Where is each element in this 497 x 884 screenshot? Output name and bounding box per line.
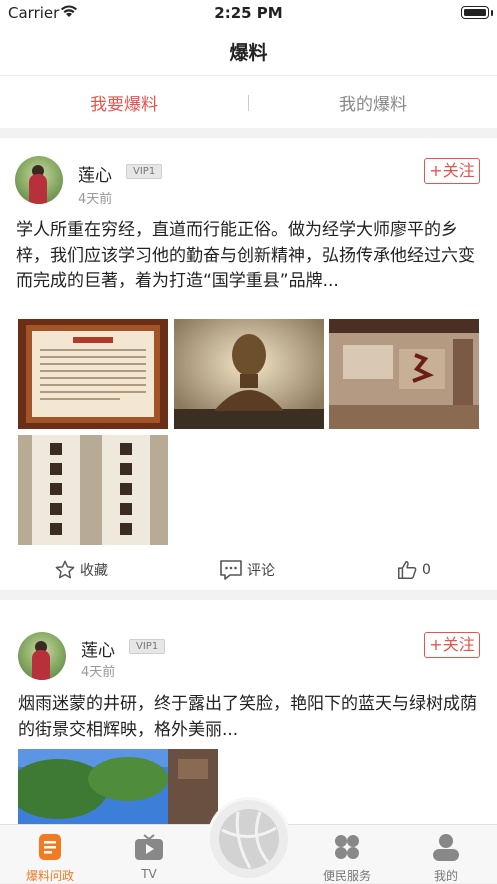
username[interactable]: 莲心 [81,636,115,661]
post-text[interactable]: 烟雨迷蒙的井研，终于露出了笑脸，艳阳下的蓝天与绿树成荫的街景交相辉映，格外美丽.… [18,692,480,743]
street-trees-photo[interactable] [18,749,218,824]
battery-icon [461,6,489,19]
comment-icon [220,560,242,580]
post-card: 莲心 VIP1 4天前 +关注 烟雨迷蒙的井研，终于露出了笑脸，艳阳下的蓝天与绿… [0,600,497,824]
segment-control: 我要爆料 我的爆料 [0,76,497,128]
vip-badge: VIP1 [129,639,166,654]
thumbs-up-icon [398,561,417,579]
post-actions: 收藏 评论 0 [0,559,497,585]
calligraphy-wall-photo[interactable] [329,319,479,429]
star-icon [55,560,75,579]
tab-label: 我的 [433,869,458,883]
grid-icon [335,835,359,859]
post-card: 莲心 VIP1 4天前 +关注 学人所重在穷经，直道而行能正俗。做为经学大师廖平… [0,138,497,590]
battery-tip [491,10,493,16]
follow-button[interactable]: +关注 [424,632,480,658]
vip-badge: VIP1 [126,164,163,179]
comment-button[interactable]: 评论 [219,559,275,581]
center-action-button[interactable] [207,797,291,881]
tab-news[interactable]: 爆料问政 [10,833,90,884]
post-time: 4天前 [81,665,116,680]
page-title: 爆料 [229,42,268,64]
avatar[interactable] [18,632,66,680]
comment-label: 评论 [247,563,275,579]
tab-profile[interactable]: 我的 [406,833,486,884]
news-icon [39,834,61,860]
bronze-bust-photo[interactable] [174,319,324,429]
tab-my-tips[interactable]: 我的爆料 [249,90,497,115]
tab-services[interactable]: 便民服务 [307,833,387,884]
like-count: 0 [422,562,431,578]
tab-label: 便民服务 [322,869,371,883]
favorite-label: 收藏 [80,563,108,579]
follow-button[interactable]: +关注 [424,158,480,184]
person-icon [433,834,459,861]
tab-label: TV [141,867,157,881]
tv-icon [135,834,163,860]
tab-label: 爆料问政 [25,869,74,883]
tab-submit-tip[interactable]: 我要爆料 [0,90,248,115]
favorite-button[interactable]: 收藏 [54,559,108,581]
calligraphy-scrolls-photo[interactable] [18,435,168,545]
post-text[interactable]: 学人所重在穷经，直道而行能正俗。做为经学大师廖平的乡梓，我们应该学习他的勤奋与创… [16,218,482,295]
avatar[interactable] [15,156,63,204]
status-bar: Carrier 2:25 PM [0,0,497,26]
username[interactable]: 莲心 [78,161,112,186]
navigation-bar: 爆料 [0,26,497,76]
basketball-logo-icon [219,809,279,869]
wall-plaque-photo[interactable] [18,319,168,429]
post-time: 4天前 [78,192,113,207]
clock: 2:25 PM [214,4,283,22]
tab-tv[interactable]: TV [109,833,189,881]
like-button[interactable]: 0 [396,559,431,581]
